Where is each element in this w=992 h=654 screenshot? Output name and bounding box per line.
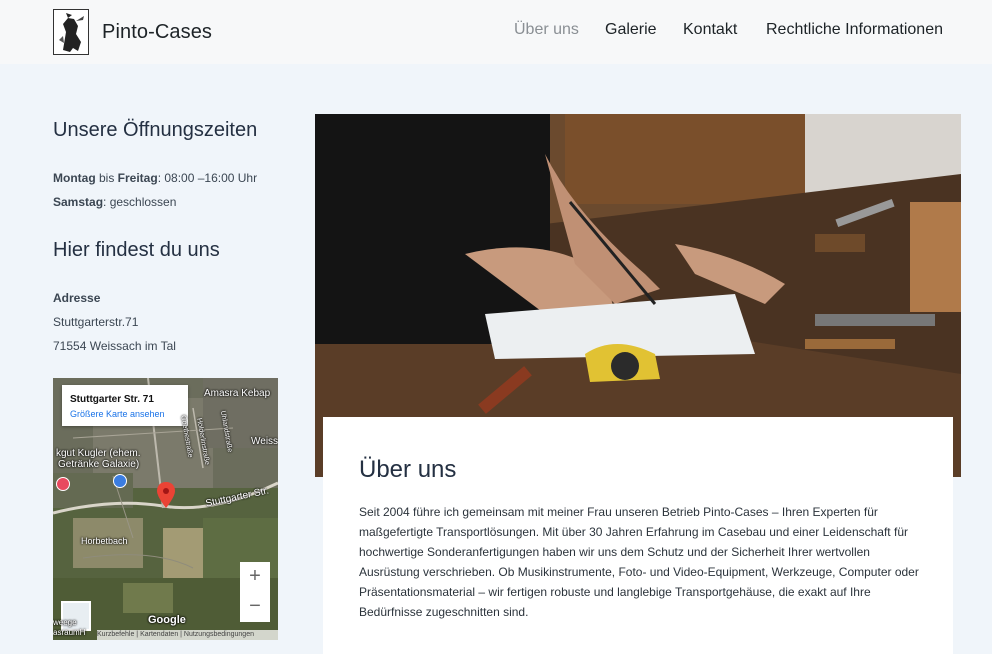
map-label-kugler: kgut Kugler (ehem. (56, 448, 141, 459)
map-label-horbetbach: Horbetbach (81, 536, 128, 546)
map-place-title: Stuttgarter Str. 71 (70, 394, 154, 405)
map-label-weege: weege (53, 618, 77, 627)
address-street: Stuttgarterstr.71 (53, 315, 139, 329)
address-label: Adresse (53, 291, 101, 305)
site-header: Pinto-Cases Über uns Galerie Kontakt Rec… (0, 0, 992, 64)
hours-time: : 08:00 –16:00 Uhr (157, 171, 258, 185)
hours-day-end: Freitag (117, 171, 158, 185)
find-us-heading: Hier findest du uns (53, 239, 220, 261)
map-poi-icon[interactable] (56, 477, 70, 491)
map-label-edge: asraumH (53, 628, 86, 637)
google-logo: Google (148, 614, 186, 626)
nav-galerie[interactable]: Galerie (605, 21, 657, 39)
map-poi-icon[interactable] (113, 474, 127, 488)
hours-connector: bis (95, 171, 118, 185)
about-card: Über uns Seit 2004 führe ich gemeinsam m… (323, 417, 953, 654)
hours-weekdays: Montag bis Freitag: 08:00 –16:00 Uhr (53, 171, 257, 185)
map-place-card: Stuttgarter Str. 71 Größere Karte ansehe… (62, 385, 188, 426)
google-map[interactable]: Stuttgarter Str. 71 Größere Karte ansehe… (53, 378, 278, 640)
map-label-kebap: Amasra Kebap (204, 388, 271, 399)
about-text: Seit 2004 führe ich gemeinsam mit meiner… (359, 505, 919, 619)
about-heading: Über uns (359, 456, 457, 483)
map-footer-links[interactable]: Kurzbefehle | Kartendaten | Nutzungsbedi… (97, 630, 278, 640)
logo-icon[interactable] (53, 9, 89, 55)
map-label-galaxie: Getränke Galaxie) (58, 459, 140, 470)
map-pin-icon[interactable] (157, 482, 175, 508)
nav-ueber-uns[interactable]: Über uns (514, 21, 579, 39)
map-label-weiss: Weiss (251, 436, 278, 447)
opening-hours-heading: Unsere Öffnungszeiten (53, 119, 258, 141)
hours-saturday-value: : geschlossen (103, 195, 177, 209)
address-city: 71554 Weissach im Tal (53, 339, 176, 353)
map-larger-link[interactable]: Größere Karte ansehen (70, 409, 165, 419)
hours-saturday-label: Samstag (53, 195, 104, 209)
map-zoom-out-button[interactable]: − (240, 592, 270, 622)
hours-day-start: Montag (53, 171, 96, 185)
nav-rechtliche-informationen[interactable]: Rechtliche Informationen (766, 21, 943, 39)
nav-kontakt[interactable]: Kontakt (683, 21, 737, 39)
hours-saturday: Samstag: geschlossen (53, 195, 176, 209)
map-zoom-in-button[interactable]: + (240, 562, 270, 592)
site-brand[interactable]: Pinto-Cases (102, 21, 212, 44)
